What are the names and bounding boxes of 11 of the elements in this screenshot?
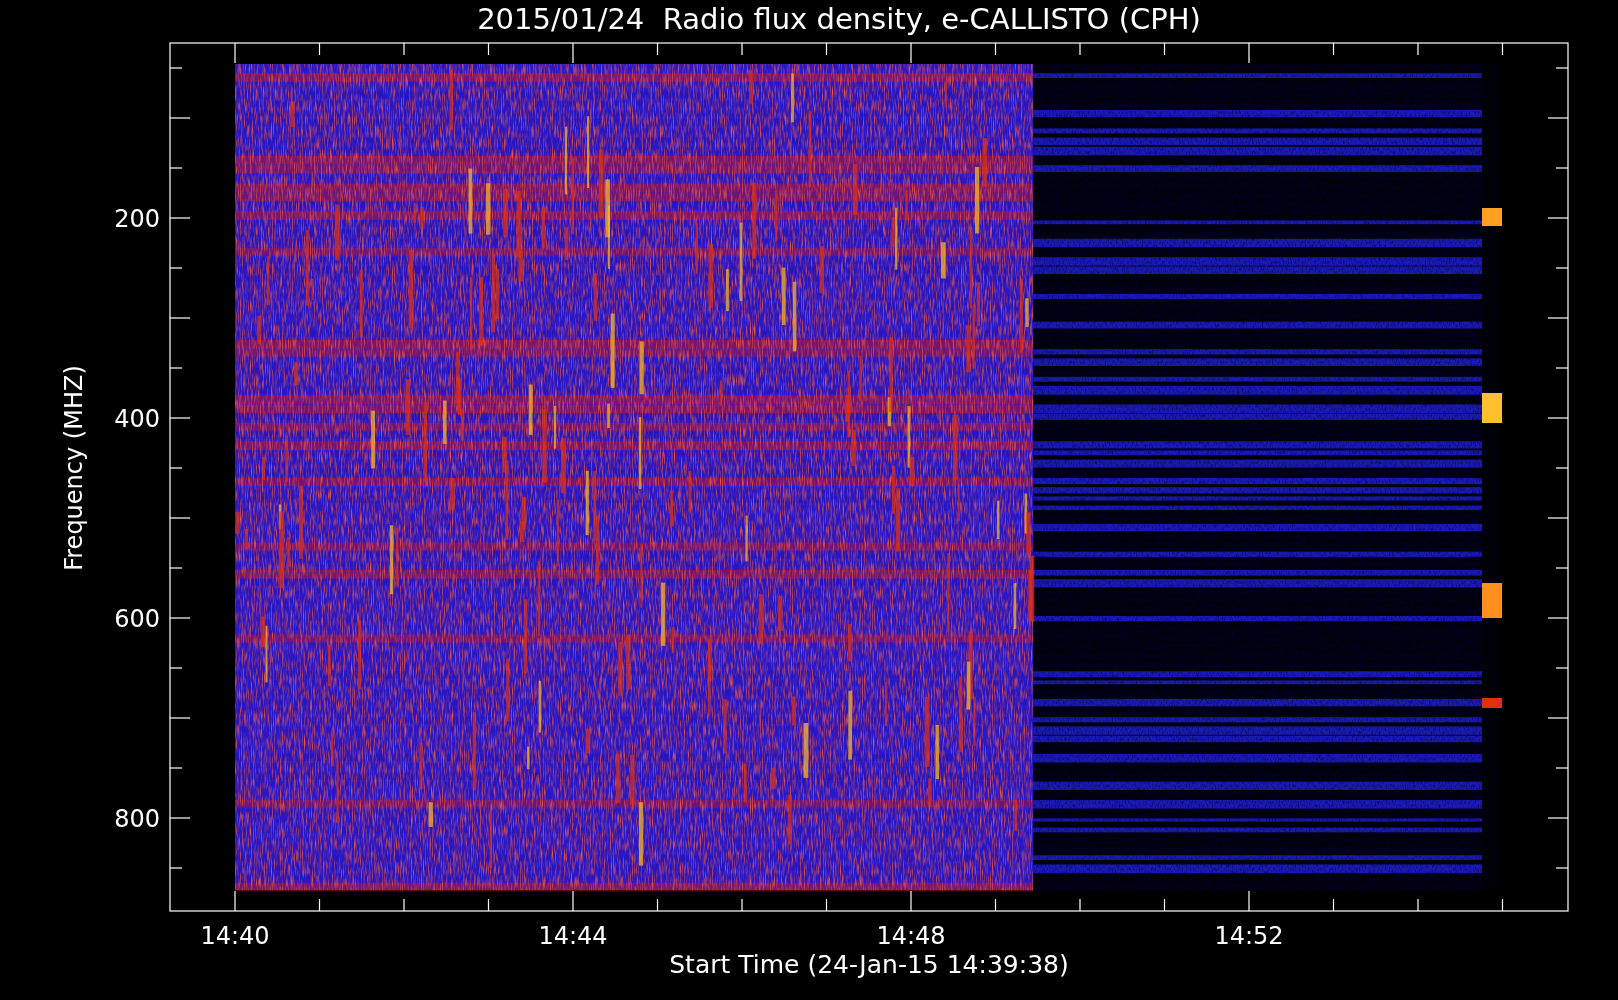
tick-label: 200 <box>114 205 160 233</box>
tick-label: 14:52 <box>1214 922 1284 950</box>
tick-label: 14:48 <box>876 922 946 950</box>
x-axis-label: Start Time (24-Jan-15 14:39:38) <box>669 950 1069 979</box>
tick-label: 14:40 <box>200 922 270 950</box>
chart-title: 2015/01/24 Radio flux density, e-CALLISTO (CPH) <box>477 4 1201 34</box>
tick-label: 800 <box>114 805 160 833</box>
tick-label: 14:44 <box>538 922 608 950</box>
y-axis-label: Frequency (MHZ) <box>60 365 88 571</box>
tick-label: 600 <box>114 605 160 633</box>
tick-label: 400 <box>114 405 160 433</box>
